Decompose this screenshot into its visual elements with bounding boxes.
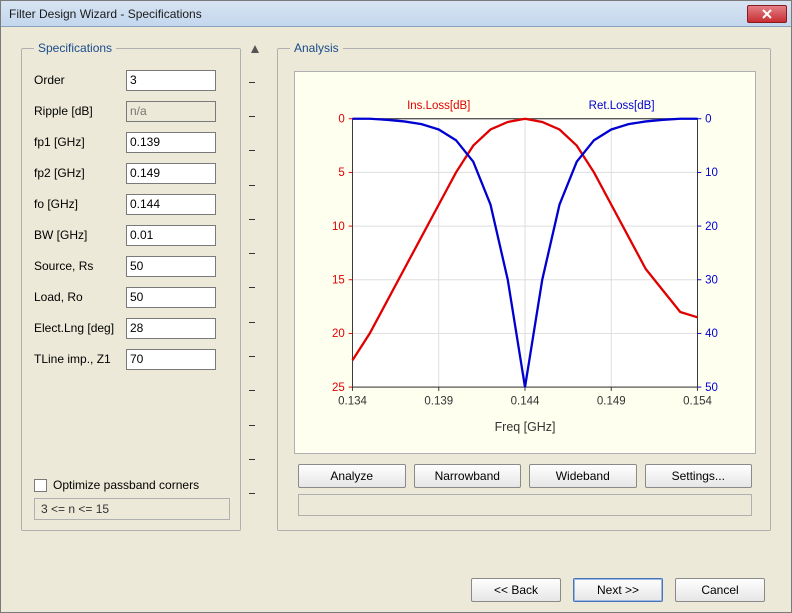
spec-label: fo [GHz] [34,197,126,211]
spec-label: Source, Rs [34,259,126,273]
plot-svg: 0 5 10 15 20 25 0 10 20 30 40 50 0.134 0.139 0.144 0.14… [295,72,755,453]
spec-row: fp2 [GHz] [34,158,230,188]
spec-row: Order [34,65,230,95]
svg-text:20: 20 [332,328,345,340]
ticks-column [249,41,269,531]
back-button[interactable]: << Back [471,578,561,602]
order-range-display: 3 <= n <= 15 [34,498,230,520]
analysis-legend: Analysis [290,41,343,55]
spec-row: fo [GHz] [34,189,230,219]
svg-text:0: 0 [338,114,344,126]
svg-text:50: 50 [705,382,718,394]
svg-text:15: 15 [332,275,345,287]
spec-label: Load, Ro [34,290,126,304]
spec-label: Order [34,73,126,87]
wideband-button[interactable]: Wideband [529,464,637,488]
spec-label: BW [GHz] [34,228,126,242]
tick-mark [249,287,255,288]
svg-text:Freq [GHz]: Freq [GHz] [495,420,556,434]
spec-row: TLine imp., Z1 [34,344,230,374]
spec-input-bw-ghz-[interactable] [126,225,216,246]
tick-mark [249,82,255,83]
svg-text:5: 5 [338,167,344,179]
spec-input-tline-imp-z1[interactable] [126,349,216,370]
tick-mark [249,219,255,220]
spec-input-fp1-ghz-[interactable] [126,132,216,153]
close-button[interactable] [747,5,787,23]
close-icon [762,9,772,19]
spec-row: Source, Rs [34,251,230,281]
svg-text:0.154: 0.154 [683,395,712,407]
tick-mark [249,116,255,117]
cancel-button[interactable]: Cancel [675,578,765,602]
dialog-body: Specifications Order Ripple [dB] fp1 [GHz]… [1,27,791,612]
settings-button[interactable]: Settings... [645,464,753,488]
specifications-legend: Specifications [34,41,116,55]
tick-mark [249,185,255,186]
svg-text:0.134: 0.134 [338,395,367,407]
optimize-block: Optimize passband corners 3 <= n <= 15 [34,468,230,520]
spec-row: Load, Ro [34,282,230,312]
analysis-group: Analysis 0 5 10 15 20 25 0 10 20 30 40 50 0.134 0.139… [277,41,771,531]
svg-text:20: 20 [705,221,718,233]
spec-label: Ripple [dB] [34,104,126,118]
tick-mark [249,493,255,494]
svg-text:0.139: 0.139 [424,395,453,407]
svg-text:10: 10 [332,221,345,233]
window-title: Filter Design Wizard - Specifications [9,7,747,21]
svg-text:10: 10 [705,167,718,179]
analyze-button[interactable]: Analyze [298,464,406,488]
svg-text:30: 30 [705,275,718,287]
spec-row: BW [GHz] [34,220,230,250]
optimize-passband-checkbox[interactable]: Optimize passband corners [34,478,230,492]
svg-text:40: 40 [705,328,718,340]
svg-text:Ret.Loss[dB]: Ret.Loss[dB] [589,100,655,112]
slider-arrow-icon [251,45,259,53]
optimize-label: Optimize passband corners [53,478,199,492]
tick-mark [249,150,255,151]
analysis-plot: 0 5 10 15 20 25 0 10 20 30 40 50 0.134 0.139 0.144 0.14… [294,71,756,454]
spec-input-elect-lng-deg-[interactable] [126,318,216,339]
titlebar: Filter Design Wizard - Specifications [1,1,791,27]
tick-mark [249,253,255,254]
tick-mark [249,322,255,323]
spec-label: Elect.Lng [deg] [34,321,126,335]
tick-mark [249,425,255,426]
checkbox-icon [34,479,47,492]
spec-input-load-ro[interactable] [126,287,216,308]
specifications-group: Specifications Order Ripple [dB] fp1 [GHz]… [21,41,241,531]
analysis-status-bar [298,494,752,516]
spec-input-source-rs[interactable] [126,256,216,277]
filter-design-wizard-window: Filter Design Wizard - Specifications Sp… [0,0,792,613]
spec-label: fp1 [GHz] [34,135,126,149]
wizard-footer: << Back Next >> Cancel [21,568,771,602]
spec-input-ripple-db- [126,101,216,122]
svg-text:0.144: 0.144 [511,395,540,407]
spec-row: fp1 [GHz] [34,127,230,157]
svg-text:Ins.Loss[dB]: Ins.Loss[dB] [407,100,470,112]
svg-text:25: 25 [332,382,345,394]
tick-mark [249,459,255,460]
spec-label: fp2 [GHz] [34,166,126,180]
svg-text:0.149: 0.149 [597,395,626,407]
tick-mark [249,390,255,391]
spec-input-fp2-ghz-[interactable] [126,163,216,184]
tick-mark [249,356,255,357]
next-button[interactable]: Next >> [573,578,663,602]
spec-label: TLine imp., Z1 [34,352,126,366]
svg-text:0: 0 [705,114,711,126]
narrowband-button[interactable]: Narrowband [414,464,522,488]
spec-row: Ripple [dB] [34,96,230,126]
spec-row: Elect.Lng [deg] [34,313,230,343]
spec-input-fo-ghz-[interactable] [126,194,216,215]
spec-input-order[interactable] [126,70,216,91]
